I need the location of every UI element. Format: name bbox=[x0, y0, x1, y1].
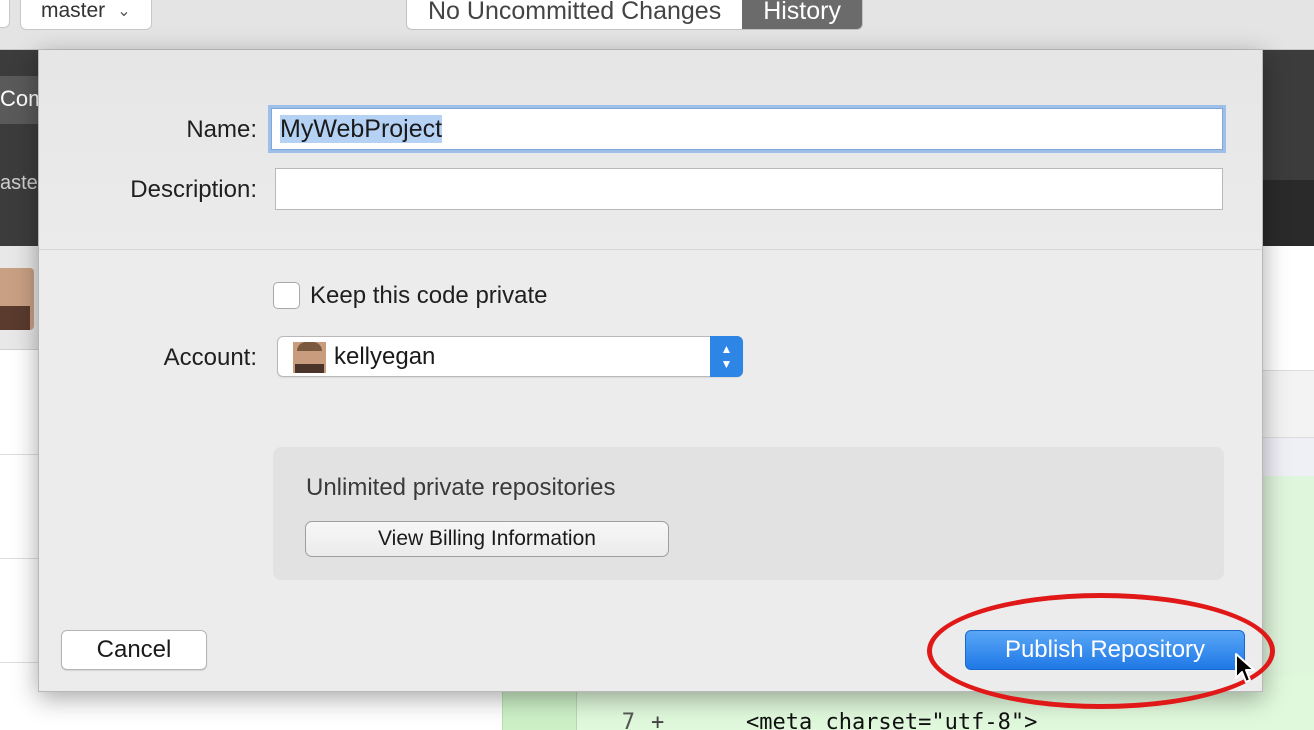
background-row-divider bbox=[0, 454, 40, 455]
background-row-divider bbox=[0, 662, 40, 663]
tab-uncommitted-changes[interactable]: No Uncommitted Changes bbox=[407, 0, 743, 29]
account-popup[interactable]: kellyegan ▲ ▼ bbox=[277, 336, 743, 377]
view-billing-button[interactable]: View Billing Information bbox=[305, 521, 669, 557]
background-branch-text: aste bbox=[0, 172, 38, 194]
account-value: kellyegan bbox=[334, 343, 436, 370]
diff-line-number: 7 bbox=[621, 710, 635, 730]
name-label: Name: bbox=[186, 116, 257, 143]
account-avatar bbox=[293, 342, 326, 373]
diff-code-line: <meta charset="utf-8"> bbox=[693, 710, 1038, 730]
keep-private-label[interactable]: Keep this code private bbox=[310, 282, 547, 310]
background-file-header bbox=[1263, 370, 1314, 438]
account-label: Account: bbox=[163, 344, 257, 371]
toolbar-left-button[interactable] bbox=[0, 0, 10, 28]
description-label: Description: bbox=[130, 176, 257, 203]
cancel-button[interactable]: Cancel bbox=[61, 630, 207, 670]
background-author-avatar bbox=[0, 268, 34, 330]
name-field[interactable]: MyWebProject bbox=[271, 108, 1223, 150]
branch-label: master bbox=[41, 0, 106, 22]
description-field[interactable] bbox=[275, 168, 1223, 210]
keep-private-checkbox[interactable] bbox=[273, 282, 300, 309]
annotation-highlight-circle bbox=[927, 593, 1275, 709]
popup-stepper-icon: ▲ ▼ bbox=[710, 336, 743, 377]
branch-selector[interactable]: master ⌄ bbox=[20, 0, 152, 30]
background-hunk-header bbox=[1263, 438, 1314, 476]
mouse-cursor-icon bbox=[1235, 653, 1255, 683]
tab-history[interactable]: History bbox=[742, 0, 862, 29]
toolbar: master ⌄ No Uncommitted Changes History bbox=[0, 0, 1314, 50]
chevron-down-icon: ⌄ bbox=[117, 3, 131, 20]
background-row-divider bbox=[0, 558, 40, 559]
billing-panel: Unlimited private repositories View Bill… bbox=[273, 447, 1224, 580]
billing-plan-text: Unlimited private repositories bbox=[306, 474, 616, 501]
diff-add-marker: + bbox=[651, 710, 665, 730]
background-right-dark bbox=[1263, 180, 1314, 246]
view-segmented-control: No Uncommitted Changes History bbox=[406, 0, 863, 30]
sheet-fields-section bbox=[39, 50, 1262, 250]
background-commit-button[interactable]: Com bbox=[0, 76, 40, 124]
name-field-value: MyWebProject bbox=[280, 115, 443, 143]
